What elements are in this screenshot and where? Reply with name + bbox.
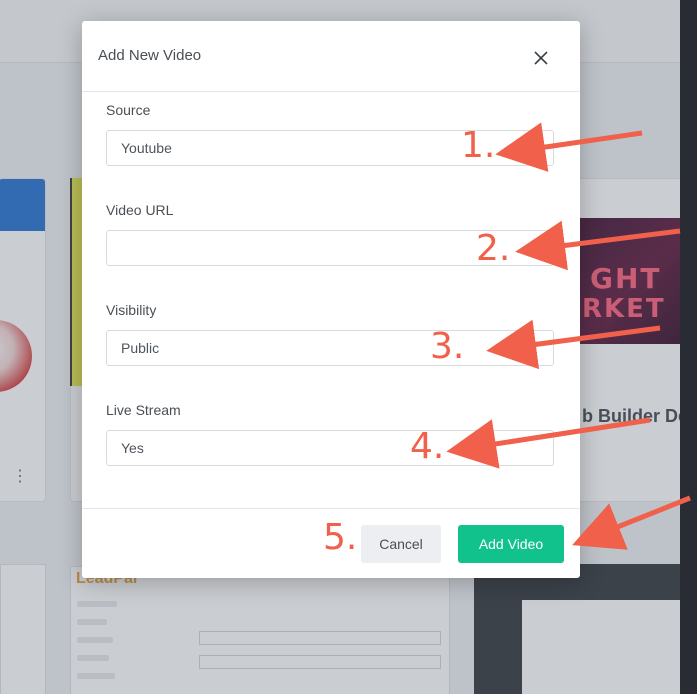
step-number-1: 1.	[461, 125, 496, 166]
arrow-4	[446, 417, 651, 469]
arrow-1	[495, 122, 643, 172]
page: ⋮ GHT RKET b Builder De LeadPal Add New …	[0, 0, 697, 694]
step-number-2: 2.	[476, 228, 511, 269]
step-number-4: 4.	[410, 426, 445, 467]
annotation-arrows	[446, 122, 691, 550]
arrow-3	[486, 319, 661, 370]
arrow-5	[572, 495, 691, 550]
arrow-2	[515, 220, 681, 271]
step-number-3: 3.	[430, 326, 465, 367]
step-number-5: 5.	[323, 517, 358, 558]
